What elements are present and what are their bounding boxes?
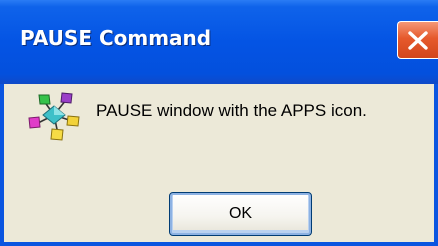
dialog-message: PAUSE window with the APPS icon. — [96, 101, 367, 120]
ok-button-label: OK — [228, 205, 253, 222]
ok-button[interactable]: OK — [169, 192, 312, 236]
dialog-window: PAUSE Command PAUSE window with the APPS… — [0, 0, 438, 246]
apps-icon — [28, 92, 80, 141]
window-title: PAUSE Command — [20, 26, 212, 50]
dialog-content: PAUSE window with the APPS icon. OK — [4, 84, 434, 242]
close-icon — [408, 31, 428, 50]
close-button[interactable] — [397, 21, 438, 59]
title-bar[interactable]: PAUSE Command — [0, 0, 438, 84]
